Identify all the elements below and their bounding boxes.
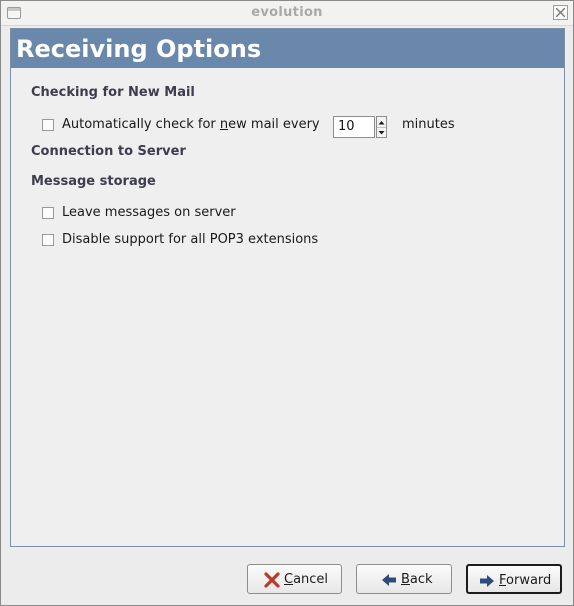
check-interval-input[interactable]: 10 (333, 116, 375, 138)
leave-on-server-row: Leave messages on server (42, 204, 442, 224)
spin-down-button[interactable] (377, 127, 386, 137)
disable-pop3-row: Disable support for all POP3 extensions (42, 231, 442, 251)
close-button[interactable] (553, 5, 568, 20)
leave-on-server-checkbox[interactable] (42, 207, 54, 219)
back-label: Back (401, 572, 433, 587)
leave-on-server-label[interactable]: Leave messages on server (62, 205, 236, 220)
arrow-down-icon (378, 131, 385, 135)
section-checking-mail: Checking for New Mail (31, 85, 195, 100)
page-content: Receiving Options Checking for New Mail … (10, 28, 565, 547)
spinner-buttons (376, 116, 387, 138)
page-header: Receiving Options (11, 29, 564, 68)
auto-check-checkbox[interactable] (42, 119, 54, 131)
section-connection: Connection to Server (31, 144, 186, 159)
cancel-button[interactable]: Cancel (247, 564, 342, 594)
arrow-right-icon (480, 575, 494, 587)
arrow-left-icon (382, 574, 396, 586)
minutes-label: minutes (402, 117, 455, 132)
back-button[interactable]: Back (356, 564, 452, 594)
section-message-storage: Message storage (31, 174, 156, 189)
check-interval-spinner: 10 (333, 116, 389, 138)
page-title: Receiving Options (16, 35, 262, 63)
auto-check-label[interactable]: Automatically check for new mail every (62, 117, 320, 132)
close-icon (556, 8, 565, 17)
window-title: evolution (251, 5, 323, 20)
cancel-label: Cancel (284, 572, 329, 587)
auto-check-row: Automatically check for new mail every 1… (42, 116, 542, 138)
disable-pop3-label[interactable]: Disable support for all POP3 extensions (62, 232, 318, 247)
title-bar[interactable]: evolution (1, 1, 573, 26)
forward-label: Forward (499, 573, 552, 588)
forward-button[interactable]: Forward (466, 564, 562, 594)
dialog-window: evolution Receiving Options Checking for… (0, 0, 574, 606)
disable-pop3-checkbox[interactable] (42, 234, 54, 246)
cancel-icon (264, 572, 280, 588)
